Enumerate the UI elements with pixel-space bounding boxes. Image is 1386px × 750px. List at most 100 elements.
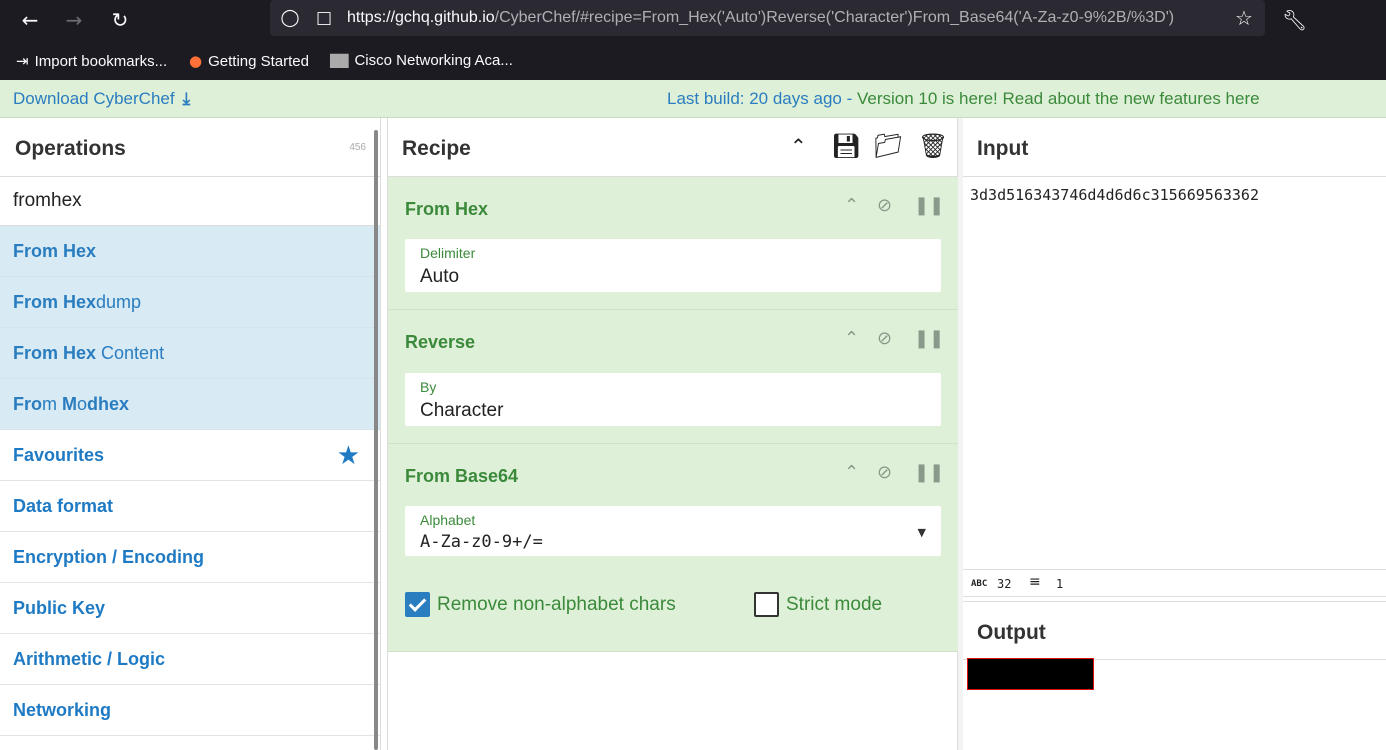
input-lines: 1	[1056, 577, 1064, 591]
bookmark-star-icon[interactable]: ☆	[1232, 6, 1256, 30]
recipe-title: Recipe	[402, 137, 471, 160]
op-result-from-modhex[interactable]: From Modhex	[0, 379, 380, 430]
category-public-key[interactable]: Public Key	[0, 583, 380, 634]
input-header: Input	[963, 118, 1386, 177]
disable-icon[interactable]: ⊘	[877, 195, 892, 216]
chevron-up-icon[interactable]: ⌃	[844, 462, 859, 483]
input-status-bar: ABC 32 ≡ 1	[963, 569, 1386, 597]
checkbox-label: Remove non-alphabet chars	[437, 593, 676, 615]
folder-icon[interactable]: 📁︎	[873, 132, 903, 160]
op-result-from-hexdump[interactable]: From Hexdump	[0, 277, 380, 328]
output-redacted[interactable]	[967, 658, 1094, 690]
pause-icon[interactable]: ❚❚	[914, 195, 944, 216]
pause-icon[interactable]: ❚❚	[914, 328, 944, 349]
bookmark-cisco[interactable]: ██ Cisco Networking Aca...	[330, 52, 513, 69]
download-link[interactable]: Download CyberChef ⤓	[13, 89, 190, 109]
disable-icon[interactable]: ⊘	[877, 328, 892, 349]
step-title: From Base64	[405, 466, 519, 486]
bookmark-label: Getting Started	[208, 52, 309, 70]
lock-icon[interactable]: □	[312, 6, 336, 30]
op-result-label: From Hexdump	[13, 292, 142, 312]
output-header: Output	[963, 601, 1386, 660]
operations-search	[0, 177, 380, 226]
field-value[interactable]: Character	[420, 400, 503, 422]
trash-icon[interactable]: 🗑︎	[918, 132, 948, 160]
field-value[interactable]: A-Za-z0-9+/=	[420, 532, 543, 552]
recipe-panel: Recipe ⌃ 💾︎ 📁︎ 🗑︎ From Hex ⌃ ⊘ ❚❚ Delimi…	[387, 118, 959, 750]
op-result-label: From Hex Content	[13, 343, 165, 363]
download-icon: ⤓	[182, 89, 191, 109]
address-bar[interactable]: ◯ □ https://gchq.github.io/CyberChef/#re…	[270, 0, 1265, 36]
category-label: Arithmetic / Logic	[13, 649, 166, 669]
wrench-icon[interactable]: 🔧︎	[1282, 8, 1307, 32]
alphabet-select[interactable]: Alphabet A-Za-z0-9+/= ▼	[405, 506, 941, 556]
checkbox-label: Strict mode	[786, 593, 883, 615]
build-info: Last build: 20 days ago - Version 10 is …	[667, 89, 1260, 109]
banner-separator: -	[841, 89, 857, 108]
checkbox-checked-icon[interactable]	[405, 592, 430, 617]
field-label: Alphabet	[420, 512, 476, 528]
step-title: From Hex	[405, 199, 489, 219]
reload-icon[interactable]: ↻	[108, 8, 132, 32]
operations-title: Operations	[15, 137, 126, 160]
strict-mode-checkbox[interactable]: Strict mode	[754, 592, 882, 617]
recipe-step-from-base64[interactable]: From Base64 ⌃ ⊘ ❚❚ Alphabet A-Za-z0-9+/=…	[388, 444, 959, 652]
operations-panel: Operations 456 From Hex From Hexdump Fro…	[0, 118, 381, 750]
op-result-label: From Hex	[13, 241, 97, 261]
bookmark-import[interactable]: ⇥ Import bookmarks...	[16, 52, 167, 70]
op-result-label: From Modhex	[13, 394, 130, 414]
output-title: Output	[977, 621, 1046, 644]
bookmarks-bar: ⇥ Import bookmarks... ● Getting Started ██…	[0, 40, 1386, 80]
pause-icon[interactable]: ❚❚	[914, 462, 944, 483]
cisco-icon: ██	[330, 53, 349, 68]
url-text[interactable]: https://gchq.github.io/CyberChef/#recipe…	[347, 9, 1219, 27]
browser-toolbar: ← → ↻ ◯ □ https://gchq.github.io/CyberCh…	[0, 0, 1386, 40]
chevron-up-icon[interactable]: ⌃	[790, 134, 807, 158]
bookmark-getting-started[interactable]: ● Getting Started	[189, 52, 309, 70]
remove-non-alphabet-checkbox[interactable]: Remove non-alphabet chars	[405, 592, 676, 617]
star-icon: ★	[336, 441, 360, 471]
search-input[interactable]	[0, 177, 380, 225]
shield-icon[interactable]: ◯	[278, 6, 302, 30]
checkbox-unchecked-icon[interactable]	[754, 592, 779, 617]
forward-icon[interactable]: →	[62, 8, 86, 32]
input-textarea[interactable]: 3d3d516343746d4d6d6c315669563362	[970, 186, 1259, 204]
back-icon[interactable]: ←	[18, 8, 42, 32]
chevron-up-icon[interactable]: ⌃	[844, 195, 859, 216]
disable-icon[interactable]: ⊘	[877, 462, 892, 483]
category-data-format[interactable]: Data format	[0, 481, 380, 532]
category-networking[interactable]: Networking	[0, 685, 380, 736]
field-value[interactable]: Auto	[420, 266, 459, 288]
bookmark-label: Cisco Networking Aca...	[354, 52, 513, 69]
recipe-step-from-hex[interactable]: From Hex ⌃ ⊘ ❚❚ Delimiter Auto	[388, 177, 959, 310]
version-link[interactable]: Version 10 is here! Read about the new f…	[857, 89, 1260, 108]
bookmark-label: Import bookmarks...	[34, 52, 168, 70]
operations-header: Operations 456	[0, 118, 380, 177]
input-length: 32	[997, 577, 1012, 591]
input-title: Input	[977, 137, 1029, 160]
by-field[interactable]: By Character	[405, 373, 941, 426]
category-arithmetic-logic[interactable]: Arithmetic / Logic	[0, 634, 380, 685]
lines-icon: ≡	[1029, 574, 1041, 590]
recipe-header: Recipe ⌃ 💾︎ 📁︎ 🗑︎	[388, 118, 957, 177]
recipe-step-reverse[interactable]: Reverse ⌃ ⊘ ❚❚ By Character	[388, 310, 959, 444]
top-banner: Download CyberChef ⤓ Last build: 20 days…	[0, 80, 1386, 118]
delimiter-field[interactable]: Delimiter Auto	[405, 239, 941, 292]
save-icon[interactable]: 💾︎	[831, 132, 861, 160]
chevron-up-icon[interactable]: ⌃	[844, 328, 859, 349]
firefox-icon: ●	[189, 52, 203, 70]
abc-icon: ABC	[971, 579, 988, 589]
operations-scrollbar[interactable]	[374, 130, 378, 750]
category-encryption-encoding[interactable]: Encryption / Encoding	[0, 532, 380, 583]
caret-down-icon[interactable]: ▼	[918, 526, 926, 539]
field-label: Delimiter	[420, 245, 476, 261]
io-panel: Input 3d3d516343746d4d6d6c315669563362 A…	[963, 118, 1386, 750]
category-label: Data format	[13, 496, 114, 516]
op-result-from-hex[interactable]: From Hex	[0, 226, 380, 277]
build-label: Last build: 20 days ago	[667, 89, 842, 108]
category-favourites[interactable]: Favourites ★	[0, 430, 380, 481]
step-title: Reverse	[405, 332, 476, 352]
category-label: Favourites	[13, 445, 105, 465]
op-result-from-hex-content[interactable]: From Hex Content	[0, 328, 380, 379]
field-label: By	[420, 379, 437, 395]
